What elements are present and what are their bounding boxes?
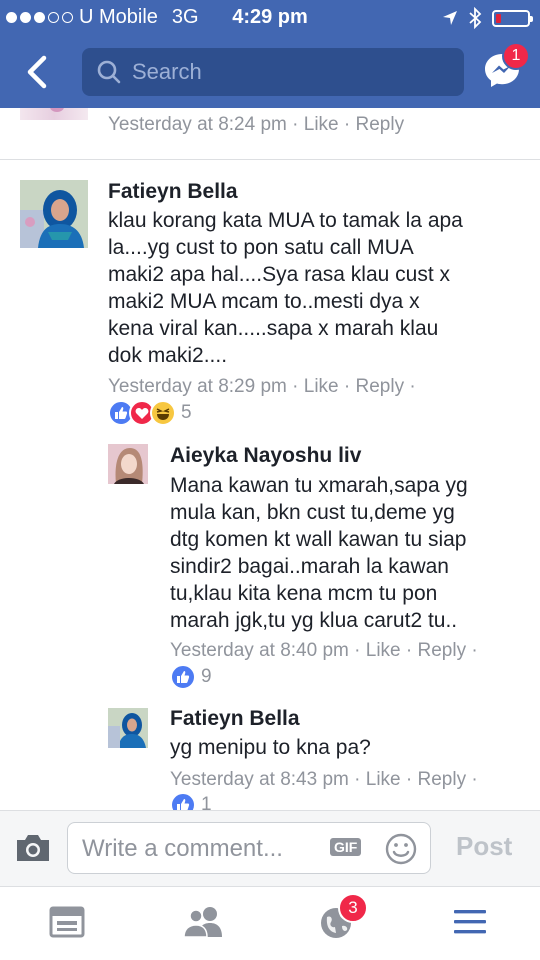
avatar[interactable]: [20, 180, 88, 248]
comment-time: Yesterday at 8:29 pm: [108, 376, 287, 397]
comment-meta: Yesterday at 8:29 pm · Like · Reply ·: [108, 376, 416, 397]
tab-news-feed[interactable]: [49, 905, 89, 945]
like-link[interactable]: Like: [304, 376, 339, 397]
reaction-count: 5: [181, 402, 192, 423]
haha-reaction-icon: [150, 400, 176, 426]
comment-line: klau korang kata MUA to tamak la apa: [108, 209, 463, 232]
comment-line: tu,klau kita kena mcm tu pon: [170, 582, 438, 605]
search-icon: [97, 60, 121, 84]
divider: [0, 159, 540, 160]
messenger-badge: 1: [502, 42, 530, 70]
comment-line: Mana kawan tu xmarah,sapa yg: [170, 474, 468, 497]
comment-line: kena viral kan.....sapa x marah klau: [108, 317, 439, 340]
friends-icon: [183, 907, 222, 938]
avatar[interactable]: [108, 444, 148, 484]
notifications-badge: 3: [338, 893, 368, 923]
bluetooth-icon: [469, 7, 482, 29]
bottom-tab-bar: 3: [0, 886, 540, 960]
like-link[interactable]: Like: [366, 769, 401, 790]
camera-button[interactable]: [14, 833, 52, 868]
comment-line: maki2 apa hal....Sya rasa klau cust x: [108, 263, 450, 286]
nav-bar: Search 1: [0, 36, 540, 108]
tab-friends[interactable]: [183, 905, 223, 945]
search-input[interactable]: Search: [82, 48, 464, 96]
status-bar: U Mobile 3G 4:29 pm: [0, 0, 540, 36]
comment-line: marah jgk,tu yg klua carut2 tu..: [170, 609, 458, 632]
comment-line: mula kan, bkn cust tu,deme yg: [170, 501, 455, 524]
battery-icon: [492, 9, 533, 27]
reaction-count: 9: [201, 666, 212, 687]
tab-menu[interactable]: [452, 905, 492, 945]
camera-icon: [17, 835, 49, 861]
comment-author[interactable]: Aieyka Nayoshu liv: [170, 444, 361, 468]
comment-author[interactable]: Fatieyn Bella: [108, 180, 238, 204]
comment-composer: Write a comment... GIF Post: [0, 810, 540, 886]
avatar-photo: [108, 708, 148, 748]
comments-feed[interactable]: Yesterday at 8:24 pm · Like · Reply Fati…: [0, 108, 540, 810]
comment-text: Mana kawan tu xmarah,sapa yg mula kan, b…: [170, 472, 468, 634]
back-button[interactable]: [18, 50, 58, 94]
reply-link[interactable]: Reply: [418, 640, 467, 661]
previous-comment-avatar: [20, 108, 88, 120]
comment-time: Yesterday at 8:24 pm: [108, 114, 287, 135]
reactions-summary[interactable]: 5: [108, 400, 192, 426]
menu-icon: [454, 910, 486, 934]
like-reaction-icon: [170, 664, 196, 690]
reaction-count: 1: [201, 794, 212, 810]
reply-link[interactable]: Reply: [356, 114, 405, 135]
comment-line: maki2 MUA mcam to..mesti dya x: [108, 290, 420, 313]
like-link[interactable]: Like: [366, 640, 401, 661]
messenger-button[interactable]: 1: [480, 42, 530, 92]
back-arrow-icon: [27, 55, 47, 89]
comment-input[interactable]: Write a comment... GIF: [67, 822, 431, 874]
reactions-summary[interactable]: 9: [170, 664, 212, 690]
status-right: [442, 7, 533, 29]
comment-line: dtg komen kt wall kawan tu siap: [170, 528, 467, 551]
comment-placeholder: Write a comment...: [82, 835, 283, 862]
avatar-photo: [20, 180, 88, 248]
reactions-summary[interactable]: 1: [170, 792, 212, 810]
news-feed-icon: [49, 906, 85, 938]
reply-link[interactable]: Reply: [356, 376, 405, 397]
gif-button[interactable]: GIF: [330, 838, 362, 856]
comment-line: la....yg cust to pon satu call MUA: [108, 236, 414, 259]
comment-line: yg menipu to kna pa?: [170, 736, 371, 759]
search-placeholder: Search: [132, 59, 202, 84]
comment-author[interactable]: Fatieyn Bella: [170, 707, 300, 731]
avatar[interactable]: [108, 708, 148, 748]
location-icon: [443, 11, 457, 25]
comment-meta: Yesterday at 8:40 pm · Like · Reply ·: [170, 640, 478, 661]
post-button[interactable]: Post: [456, 831, 512, 862]
comment-text: klau korang kata MUA to tamak la apa la.…: [108, 207, 463, 369]
previous-comment-meta: Yesterday at 8:24 pm · Like · Reply: [108, 114, 405, 135]
avatar-photo: [108, 444, 148, 484]
comment-time: Yesterday at 8:40 pm: [170, 640, 349, 661]
reply-link[interactable]: Reply: [418, 769, 467, 790]
comment-text: yg menipu to kna pa?: [170, 734, 371, 761]
emoji-icon[interactable]: [384, 832, 418, 866]
like-reaction-icon: [170, 792, 196, 810]
comment-line: sindir2 bagai..marah la kawan: [170, 555, 449, 578]
comment-meta: Yesterday at 8:43 pm · Like · Reply ·: [170, 769, 478, 790]
comment-time: Yesterday at 8:43 pm: [170, 769, 349, 790]
like-link[interactable]: Like: [304, 114, 339, 135]
comment-line: dok maki2....: [108, 344, 228, 367]
tab-notifications[interactable]: 3: [318, 893, 368, 945]
